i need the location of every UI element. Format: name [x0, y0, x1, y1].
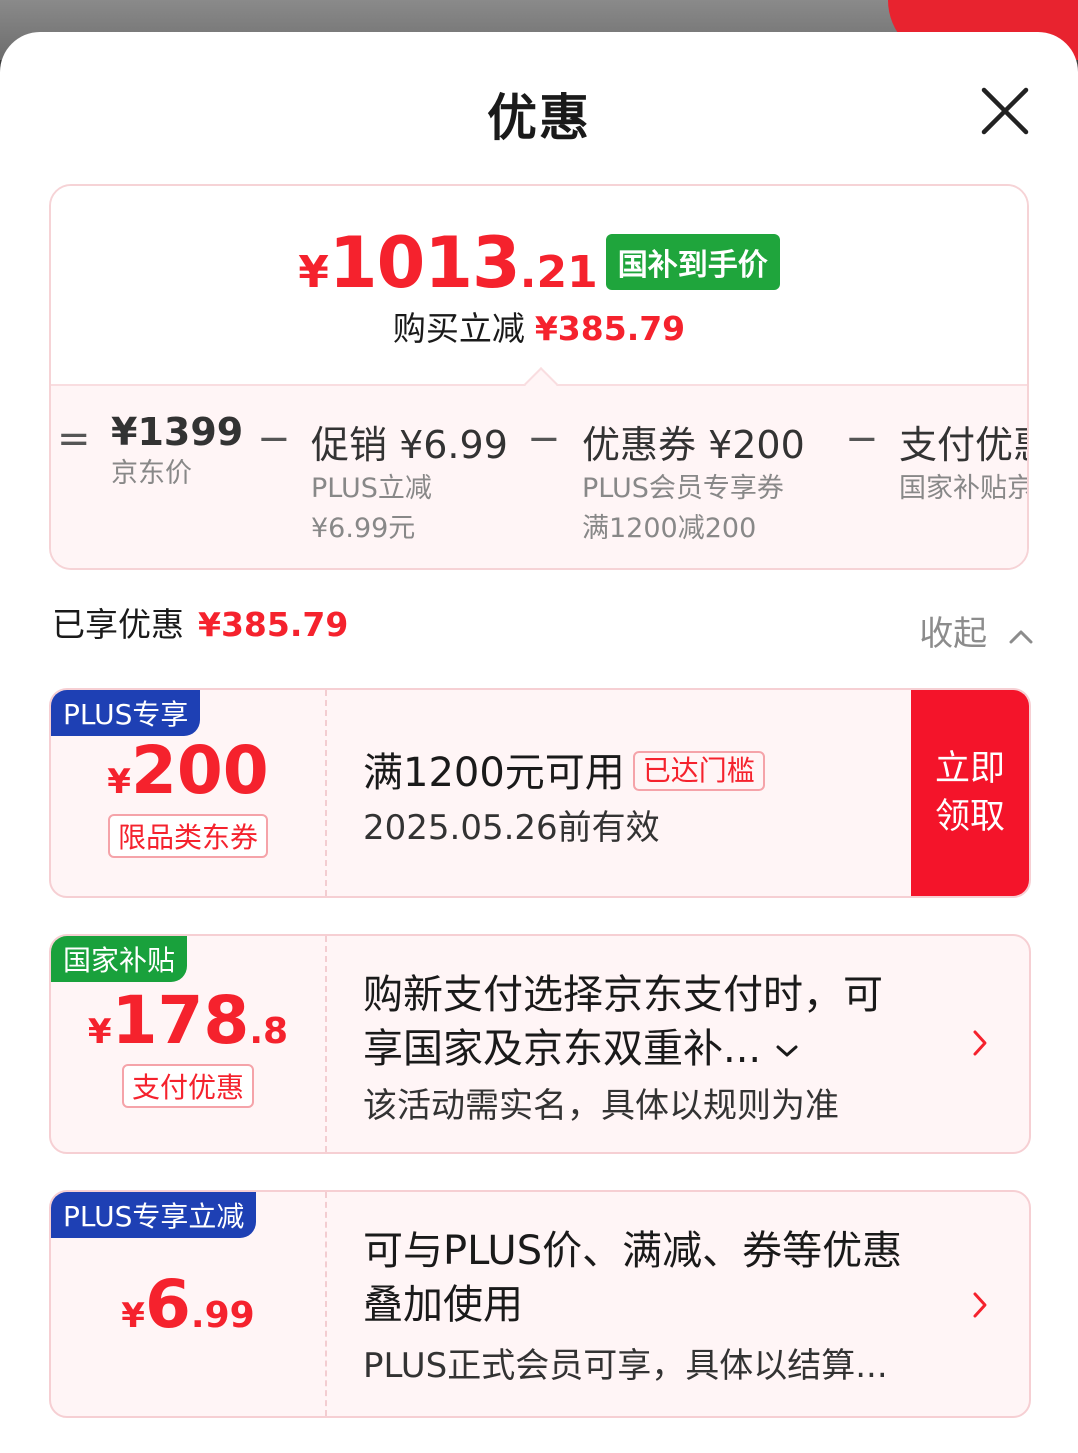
collapse-button[interactable]: 收起: [919, 606, 1034, 655]
close-button[interactable]: [976, 82, 1034, 140]
final-price-decimal: .21: [519, 247, 598, 298]
final-price-tag: 国补到手价: [605, 234, 780, 290]
final-price: ¥1013.21 国补到手价: [51, 222, 1027, 304]
card-divider: [325, 690, 327, 896]
coupon-detail-button[interactable]: [971, 1290, 989, 1324]
coupon-description: 购新支付选择京东支付时，可 享国家及京东双重补...: [363, 968, 883, 1076]
final-price-section: ¥1013.21 国补到手价 购买立减 ¥385.79: [51, 186, 1027, 386]
collapse-label: 收起: [919, 614, 988, 654]
formula-operator: =: [57, 416, 91, 462]
coupon-currency: ¥: [121, 1296, 145, 1336]
coupon-desc-line1: 可与PLUS价、满减、券等优惠: [363, 1228, 903, 1274]
coupon-tag: 国家补贴: [51, 936, 188, 982]
price-summary-card: ¥1013.21 国补到手价 购买立减 ¥385.79 = ¥1399 京东价 − …: [49, 184, 1029, 570]
coupon-amount-decimal: .8: [249, 1011, 289, 1052]
save-label: 购买立减: [392, 309, 525, 348]
coupon-amount-integer: 6: [144, 1266, 191, 1343]
coupon-note: 该活动需实名，具体以规则为准: [363, 1086, 839, 1126]
claim-coupon-button[interactable]: 立即 领取: [911, 690, 1029, 896]
coupon-type-label: 支付优惠: [121, 1064, 254, 1108]
formula-item-sub: PLUS立减: [311, 473, 432, 504]
coupon-desc-line2: 享国家及京东双重补...: [363, 1026, 762, 1072]
coupon-currency: ¥: [87, 1012, 112, 1052]
coupon-condition-line: 满1200元可用 已达门槛: [363, 746, 765, 800]
formula-item-payment: 支付优惠 国家补贴京: [899, 414, 1029, 509]
formula-item-sub: 国家补贴京: [899, 473, 1029, 504]
formula-item-sub: 京东价: [111, 458, 192, 489]
formula-item-main: 支付优惠: [899, 423, 1027, 467]
coupon-desc-line2: 叠加使用: [363, 1282, 523, 1328]
chevron-right-icon: [973, 1030, 987, 1056]
coupon-amount-decimal: .99: [190, 1295, 255, 1336]
formula-item-sub: 满1200减200: [582, 513, 757, 544]
coupon-amount: ¥200: [51, 732, 325, 809]
close-icon: [981, 87, 1029, 135]
coupon-currency: ¥: [107, 762, 131, 802]
coupon-amount: ¥6.99: [51, 1266, 325, 1343]
coupon-amount-integer: 200: [130, 732, 269, 809]
claim-label-line1: 立即: [934, 749, 1005, 789]
coupon-desc-line1: 购新支付选择京东支付时，可: [363, 972, 883, 1018]
formula-item-main: ¥1399: [111, 410, 244, 454]
formula-operator: −: [527, 416, 561, 462]
chevron-down-icon[interactable]: [774, 1042, 800, 1060]
formula-item-coupon: 优惠券 ¥200 PLUS会员专享券 满1200减200: [582, 414, 805, 549]
coupon-type: 支付优惠: [51, 1064, 325, 1108]
save-value: ¥385.79: [534, 309, 686, 348]
coupon-type: 限品类东券: [51, 814, 325, 858]
coupon-desc-line2-row[interactable]: 享国家及京东双重补...: [363, 1022, 883, 1076]
chevron-up-icon: [1009, 630, 1033, 643]
card-divider: [325, 936, 327, 1152]
coupon-card-plus-instant[interactable]: PLUS专享立减 ¥6.99 可与PLUS价、满减、券等优惠 叠加使用 PLUS…: [49, 1190, 1031, 1418]
chevron-right-icon: [973, 1292, 987, 1318]
final-price-integer: 1013: [328, 222, 521, 304]
coupon-amount: ¥178.8: [51, 982, 325, 1059]
save-line: 购买立减 ¥385.79: [51, 302, 1027, 350]
formula-item-sub: PLUS会员专享券: [582, 473, 784, 504]
discount-sheet: 优惠 ¥1013.21 国补到手价 购买立减 ¥385.79 = ¥1399 京东价…: [0, 32, 1078, 1453]
enjoyed-label: 已享优惠: [52, 605, 184, 644]
formula-item-main: 优惠券 ¥200: [582, 423, 805, 467]
formula-item-sub: ¥6.99元: [311, 513, 416, 544]
coupon-tag: PLUS专享立减: [51, 1192, 257, 1238]
threshold-badge: 已达门槛: [632, 751, 765, 791]
formula-item-jd-price: ¥1399 京东价: [111, 410, 243, 494]
sheet-title: 优惠: [487, 89, 591, 147]
formula-item-promotion: 促销 ¥6.99 PLUS立减 ¥6.99元: [311, 414, 508, 549]
enjoyed-value: ¥385.79: [198, 605, 349, 644]
coupon-description: 可与PLUS价、满减、券等优惠 叠加使用: [363, 1224, 902, 1332]
formula-operator: −: [257, 416, 291, 462]
final-price-currency: ¥: [298, 247, 329, 298]
formula-item-main: 促销 ¥6.99: [311, 423, 508, 467]
price-formula[interactable]: = ¥1399 京东价 − 促销 ¥6.99 PLUS立减 ¥6.99元 − 优…: [51, 384, 1029, 568]
coupon-validity: 2025.05.26前有效: [363, 808, 660, 848]
coupon-amount-integer: 178: [111, 982, 250, 1059]
coupon-type-label: 限品类东券: [107, 814, 268, 858]
coupon-note: PLUS正式会员可享，具体以结算...: [363, 1346, 888, 1386]
formula-operator: −: [845, 416, 879, 462]
coupon-tag: PLUS专享: [51, 690, 201, 736]
coupon-card-plus: PLUS专享 ¥200 限品类东券 满1200元可用 已达门槛 2025.05.2…: [49, 688, 1031, 898]
coupon-condition: 满1200元可用: [363, 750, 625, 796]
coupon-card-national-subsidy[interactable]: 国家补贴 ¥178.8 支付优惠 购新支付选择京东支付时，可 享国家及京东双重补…: [49, 934, 1031, 1154]
coupon-detail-button[interactable]: [971, 1028, 989, 1062]
enjoyed-discount: 已享优惠 ¥385.79: [52, 598, 348, 646]
card-divider: [325, 1192, 327, 1416]
claim-label-line2: 领取: [934, 797, 1005, 837]
